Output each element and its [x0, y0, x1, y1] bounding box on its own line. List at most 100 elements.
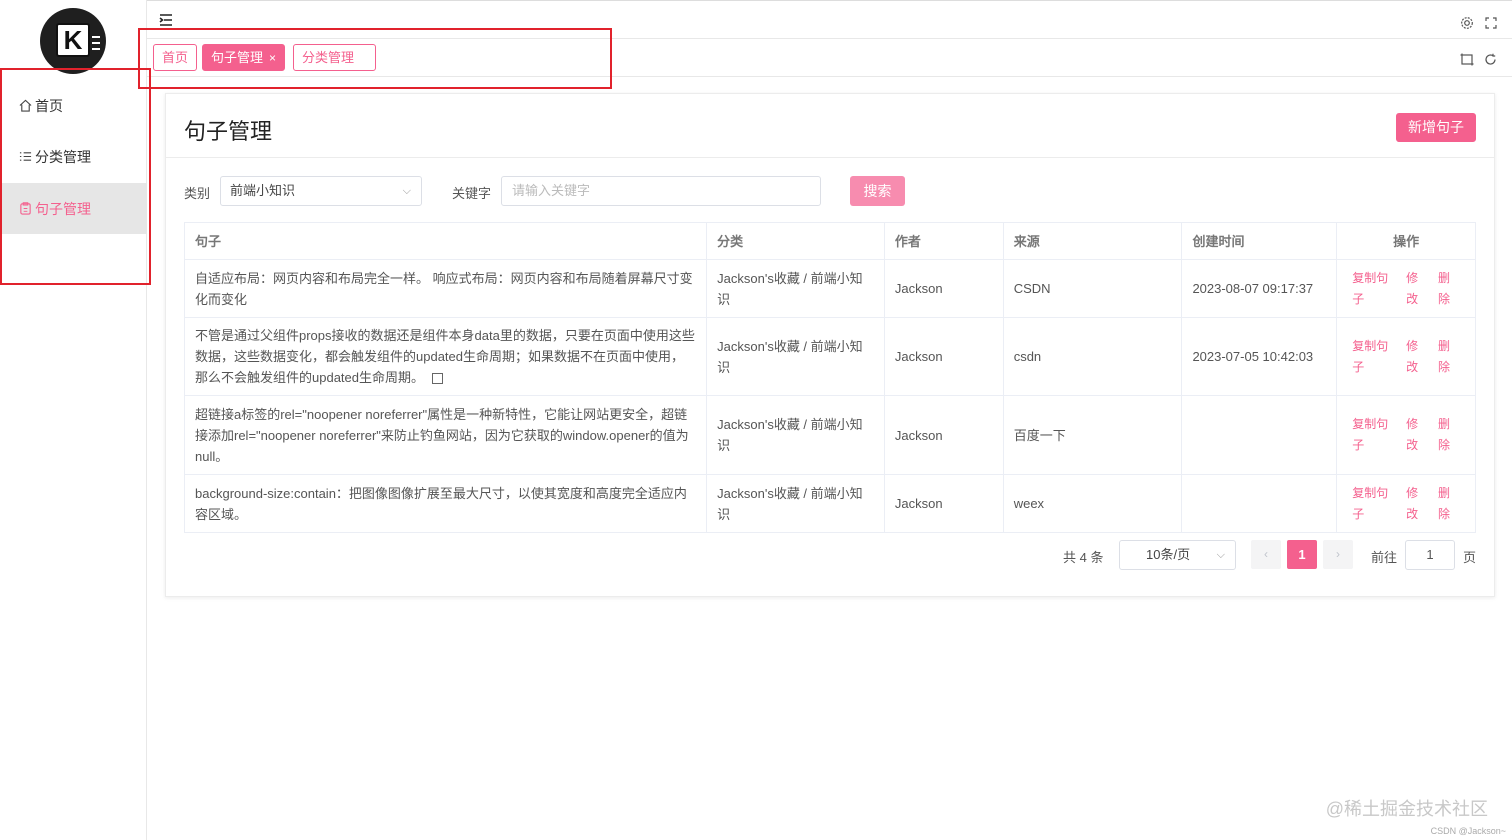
add-sentence-button[interactable]: 新增句子 [1396, 113, 1476, 142]
category-select-value: 前端小知识 [230, 183, 296, 198]
tag-sentences[interactable]: 句子管理 × [202, 44, 286, 71]
sentence-cell: 超链接a标签的rel="noopener noreferrer"属性是一种新特性… [185, 396, 708, 474]
sentence-cell: 不管是通过父组件props接收的数据还是组件本身data里的数据，只要在页面中使… [185, 318, 708, 395]
refresh-icon[interactable] [1484, 53, 1497, 66]
actions-cell: 复制句子 修改 删除 [1337, 396, 1475, 474]
goto-label: 前往 [1371, 550, 1398, 565]
copy-sentence-link[interactable]: 复制句子 [1352, 268, 1396, 310]
close-icon[interactable]: × [269, 51, 276, 65]
crop-icon[interactable] [1460, 53, 1474, 66]
column-header: 分类 [707, 223, 885, 259]
category-cell: Jackson's收藏 / 前端小知识 [707, 396, 885, 474]
edit-link[interactable]: 修改 [1406, 336, 1428, 378]
created-cell: 2023-08-07 09:17:37 [1182, 260, 1338, 317]
sidebar-item-label: 首页 [35, 97, 63, 114]
column-header: 创建时间 [1182, 223, 1338, 259]
column-header: 句子 [185, 223, 708, 259]
page-size-select[interactable]: 10条/页 ⌵ [1119, 540, 1236, 570]
page-size-value: 10条/页 [1146, 547, 1191, 562]
table-row: 超链接a标签的rel="noopener noreferrer"属性是一种新特性… [185, 396, 1475, 475]
logo[interactable]: K [40, 8, 106, 74]
category-cell: Jackson's收藏 / 前端小知识 [707, 475, 885, 532]
sidebar-item-home[interactable]: 首页 [0, 80, 147, 131]
sentence-cell: 自适应布局：网页内容和布局完全一样。 响应式布局：网页内容和布局随着屏幕尺寸变化… [185, 260, 708, 317]
delete-link[interactable]: 删除 [1438, 336, 1460, 378]
table-row: 不管是通过父组件props接收的数据还是组件本身data里的数据，只要在页面中使… [185, 318, 1475, 396]
page-suffix: 页 [1463, 550, 1477, 565]
sentences-table: 句子 分类 作者 来源 创建时间 操作 自适应布局：网页内容和布局完全一样。 响… [184, 222, 1476, 533]
source-cell: weex [1004, 475, 1183, 532]
card-header: 句子管理 新增句子 [166, 94, 1494, 158]
created-cell: 2023-07-05 10:42:03 [1182, 318, 1338, 395]
watermark: @稀土掘金技术社区 [1325, 799, 1488, 819]
sidebar: K 首页 分类管理 句子管理 [0, 0, 147, 840]
table-header-row: 句子 分类 作者 来源 创建时间 操作 [185, 223, 1475, 260]
copy-sentence-link[interactable]: 复制句子 [1352, 414, 1396, 456]
menu-fold-icon[interactable] [159, 13, 173, 27]
category-label: 类别 [184, 186, 211, 201]
external-link-icon[interactable] [432, 373, 443, 385]
actions-cell: 复制句子 修改 删除 [1337, 475, 1475, 532]
logo-letter: K [63, 25, 83, 55]
sidebar-item-label: 句子管理 [35, 200, 91, 217]
edit-link[interactable]: 修改 [1406, 414, 1428, 456]
keyword-placeholder: 请输入关键字 [512, 183, 591, 198]
actions-cell: 复制句子 修改 删除 [1337, 260, 1475, 317]
copy-sentence-link[interactable]: 复制句子 [1352, 336, 1396, 378]
column-header: 来源 [1004, 223, 1183, 259]
current-page-button[interactable]: 1 [1287, 540, 1317, 569]
edit-link[interactable]: 修改 [1406, 268, 1428, 310]
keyword-input[interactable]: 请输入关键字 [501, 176, 821, 206]
sidebar-item-sentences[interactable]: 句子管理 [0, 183, 147, 234]
pagination-total: 共 4 条 [1063, 550, 1104, 565]
clipboard-icon [20, 202, 31, 215]
delete-link[interactable]: 删除 [1438, 268, 1460, 310]
created-cell [1182, 475, 1338, 532]
source-cell: CSDN [1004, 260, 1183, 317]
logo-stroke [92, 36, 100, 38]
category-cell: Jackson's收藏 / 前端小知识 [707, 318, 885, 395]
logo-stroke [92, 48, 100, 50]
delete-link[interactable]: 删除 [1438, 414, 1460, 456]
sidebar-item-categories[interactable]: 分类管理 [0, 131, 147, 182]
watermark-small: CSDN @Jackson~ [1430, 826, 1506, 836]
fullscreen-icon[interactable] [1485, 17, 1497, 29]
tag-label: 首页 [162, 50, 189, 65]
column-header: 操作 [1393, 233, 1420, 249]
delete-link[interactable]: 删除 [1438, 483, 1460, 525]
top-header [147, 0, 1512, 39]
keyword-label: 关键字 [452, 186, 492, 201]
author-cell: Jackson [885, 396, 1004, 474]
chevron-down-icon: ⌵ [402, 185, 411, 197]
logo-book-icon: K [56, 23, 90, 57]
category-select[interactable]: 前端小知识 ⌵ [220, 176, 422, 206]
home-icon [19, 99, 32, 112]
actions-cell: 复制句子 修改 删除 [1337, 318, 1475, 395]
table-row: background-size:contain：把图像图像扩展至最大尺寸，以使其… [185, 475, 1475, 532]
next-page-button[interactable]: › [1323, 540, 1353, 569]
column-header: 作者 [885, 223, 1004, 259]
source-cell: csdn [1004, 318, 1183, 395]
tag-categories[interactable]: 分类管理 [293, 44, 376, 71]
category-cell: Jackson's收藏 / 前端小知识 [707, 260, 885, 317]
tag-label: 句子管理 [211, 50, 264, 65]
author-cell: Jackson [885, 475, 1004, 532]
sentence-cell: background-size:contain：把图像图像扩展至最大尺寸，以使其… [185, 475, 708, 532]
tags-bar: 首页 句子管理 × 分类管理 [147, 39, 1512, 77]
author-cell: Jackson [885, 260, 1004, 317]
edit-link[interactable]: 修改 [1406, 483, 1428, 525]
logo-stroke [92, 42, 100, 44]
tag-home[interactable]: 首页 [153, 44, 198, 71]
chevron-down-icon: ⌵ [1216, 549, 1225, 561]
search-button[interactable]: 搜索 [850, 176, 905, 206]
goto-page-input[interactable]: 1 [1405, 540, 1455, 570]
list-icon [19, 152, 32, 161]
prev-page-button[interactable]: ‹ [1251, 540, 1281, 569]
created-cell [1182, 396, 1338, 474]
sidebar-item-label: 分类管理 [35, 148, 91, 165]
gear-icon[interactable] [1460, 16, 1474, 30]
copy-sentence-link[interactable]: 复制句子 [1352, 483, 1396, 525]
page-title: 句子管理 [184, 119, 273, 144]
source-cell: 百度一下 [1004, 396, 1183, 474]
author-cell: Jackson [885, 318, 1004, 395]
